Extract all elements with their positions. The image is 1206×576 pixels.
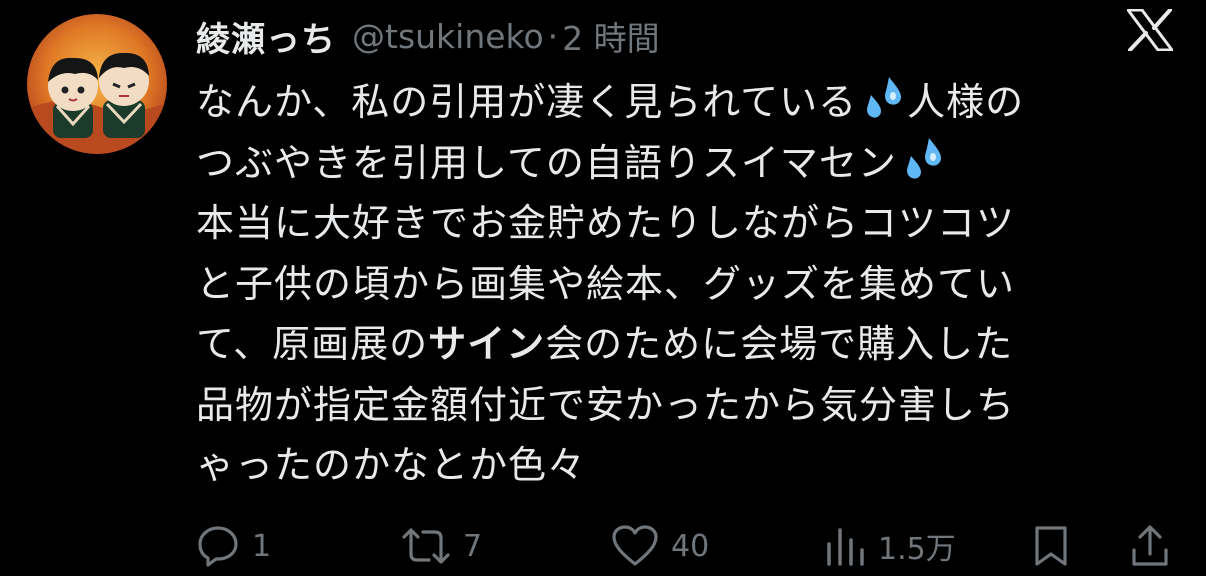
post-text-line: と子供の頃から画集や絵本、グッズを集めてい	[196, 254, 1186, 315]
views-button[interactable]: 1.5万	[824, 524, 956, 568]
reply-count: 1	[252, 528, 272, 564]
post-text-bold: サイン	[428, 322, 546, 366]
like-button[interactable]: 40	[611, 524, 709, 568]
post-header: 綾瀬っち @tsukineko · 2 時間	[196, 10, 660, 62]
post-time[interactable]: 2 時間	[562, 12, 660, 60]
post-text-segment: 品物が指定金額付近で安かったから気分害しち	[196, 382, 1016, 427]
post-text-line: て、原画展のサイン会のために会場で購入した	[196, 314, 1186, 375]
share-icon	[1132, 525, 1168, 566]
reply-button[interactable]: 1	[196, 524, 271, 568]
post-text-segment: 会のために会場で購入した	[545, 322, 1014, 366]
bookmark-button[interactable]	[1031, 524, 1071, 568]
post-text-segment: て、原画展の	[196, 322, 429, 366]
post-text-line: ゃったのかなとか色々	[196, 435, 1186, 496]
repost-count: 7	[463, 528, 483, 564]
post-text-line: 本当に大好きでお金貯めたりしながらコツコツ	[196, 193, 1186, 254]
post-text-segment: ゃったのかなとか色々	[196, 443, 587, 487]
display-name[interactable]: 綾瀬っち	[196, 12, 336, 61]
post-text: なんか、私の引用が凄く見られている 人様の つぶやきを引用しての自語りスイマセン本当…	[196, 72, 1186, 496]
post-text-segment: と子供の頃から画集や絵本、グッズを集めてい	[196, 261, 1016, 306]
share-button[interactable]	[1130, 524, 1170, 568]
x-logo-icon	[1126, 8, 1174, 52]
repost-button[interactable]: 7	[401, 524, 482, 568]
reply-icon	[198, 526, 238, 567]
user-handle[interactable]: @tsukineko	[352, 17, 544, 56]
sweat-droplets-emoji	[906, 137, 941, 179]
heart-icon	[612, 525, 658, 566]
like-count: 40	[671, 528, 710, 564]
views-icon	[827, 528, 864, 566]
post-text-line: なんか、私の引用が凄く見られている 人様の	[196, 72, 1186, 133]
post-text-segment: なんか、私の引用が凄く見られている	[196, 80, 858, 124]
post-text-line: 品物が指定金額付近で安かったから気分害しち	[196, 375, 1186, 436]
action-bar: 1 7 40 1.5万	[0, 520, 1206, 576]
post-text-segment: 本当に大好きでお金貯めたりしながらコツコツ	[196, 201, 1016, 245]
bookmark-icon	[1035, 526, 1067, 566]
sweat-droplets-emoji	[867, 77, 902, 118]
post-text-segment: つぶやきを引用しての自語りスイマセン	[196, 140, 897, 185]
avatar-image	[27, 14, 167, 154]
profile-avatar[interactable]	[27, 14, 167, 154]
post-text-line: つぶやきを引用しての自語りスイマセン	[196, 133, 1186, 194]
separator-dot: ·	[547, 16, 559, 56]
post-text-segment: 人様の	[907, 80, 1025, 124]
repost-icon	[402, 528, 450, 564]
views-count: 1.5万	[878, 532, 956, 567]
